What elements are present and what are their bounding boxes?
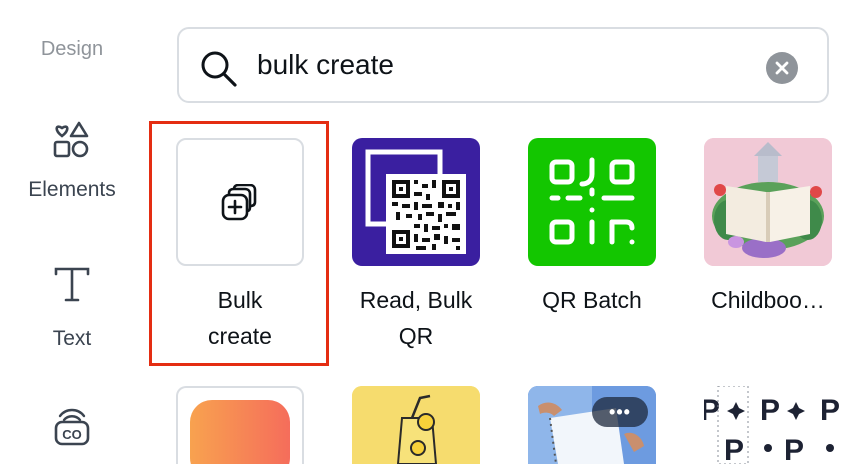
more-options-button[interactable]: ••• bbox=[592, 397, 648, 427]
app-tile-lemonade[interactable] bbox=[352, 386, 480, 464]
elements-icon bbox=[53, 121, 89, 158]
svg-text:P: P bbox=[784, 434, 804, 464]
pattern-image: P P P P P bbox=[704, 386, 840, 464]
qr-batch-icon bbox=[549, 157, 635, 245]
svg-text:P: P bbox=[820, 394, 840, 427]
sidebar-item-design[interactable]: Design bbox=[0, 38, 144, 61]
search-input[interactable] bbox=[257, 45, 737, 85]
brand-badge: CO bbox=[62, 427, 82, 442]
qr-code-icon bbox=[365, 149, 466, 254]
sidebar-item-label: Elements bbox=[28, 178, 116, 201]
sidebar-item-label: Design bbox=[40, 38, 104, 60]
app-label-qr-batch: QR Batch bbox=[542, 287, 642, 313]
app-tile-photo[interactable]: ••• bbox=[528, 386, 656, 464]
svg-text:P: P bbox=[724, 434, 744, 464]
clear-search-button[interactable] bbox=[766, 52, 798, 84]
svg-text:P: P bbox=[760, 394, 780, 427]
brand-icon: CO bbox=[54, 408, 90, 446]
app-tile-pattern[interactable]: P P P P P bbox=[704, 386, 864, 464]
text-icon bbox=[54, 267, 90, 302]
lemonade-image bbox=[352, 386, 480, 464]
sidebar-item-text[interactable]: Text bbox=[0, 266, 144, 351]
gradient-app-icon bbox=[190, 400, 290, 464]
storybook-image bbox=[704, 138, 832, 266]
app-tile-qr-batch[interactable] bbox=[528, 138, 656, 266]
app-label-bulk-create: Bulk create bbox=[208, 287, 272, 349]
app-tile-gradient[interactable] bbox=[176, 386, 304, 464]
app-tile-read-bulk-qr[interactable] bbox=[352, 138, 480, 266]
app-tile-bulk-create[interactable] bbox=[176, 138, 304, 266]
search-bar[interactable] bbox=[177, 27, 829, 103]
sidebar-item-elements[interactable]: Elements bbox=[0, 120, 144, 202]
sidebar: Design Elements Text CO bbox=[0, 0, 144, 464]
bulk-create-icon bbox=[221, 184, 257, 221]
app-tile-childbook[interactable] bbox=[704, 138, 832, 266]
sidebar-item-label: Text bbox=[52, 327, 92, 350]
search-icon bbox=[201, 51, 237, 87]
sidebar-item-brand[interactable]: CO bbox=[0, 404, 144, 448]
close-icon bbox=[775, 61, 789, 75]
app-label-read-bulk-qr: Read, Bulk QR bbox=[359, 287, 473, 349]
app-label-childbook: Childboo… bbox=[711, 287, 825, 313]
